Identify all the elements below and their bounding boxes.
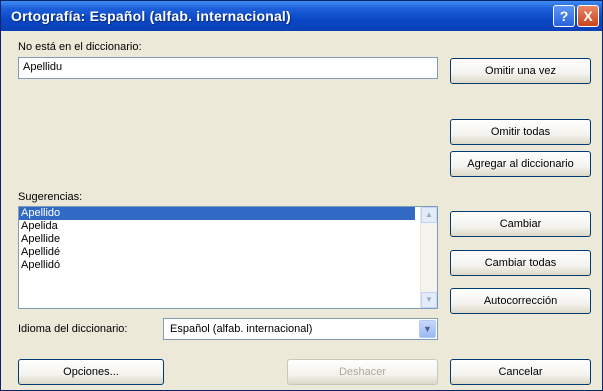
dict-language-value: Español (alfab. internacional) — [170, 323, 313, 335]
chevron-down-icon[interactable]: ▼ — [419, 320, 436, 338]
change-button[interactable]: Cambiar — [450, 211, 591, 237]
ignore-all-button[interactable]: Omitir todas — [450, 119, 591, 145]
suggestion-item[interactable]: Apellidé — [19, 246, 437, 259]
options-button[interactable]: Opciones... — [18, 359, 164, 385]
dict-language-select[interactable]: Español (alfab. internacional) ▼ — [163, 318, 438, 340]
suggestions-scrollbar[interactable]: ▲ ▼ — [420, 207, 437, 308]
undo-button[interactable]: Deshacer — [287, 359, 438, 385]
not-in-dict-label: No está en el diccionario: — [18, 41, 142, 53]
spelling-dialog: Ortografía: Español (alfab. internaciona… — [0, 0, 603, 391]
misspelled-word: Apellidu — [23, 61, 63, 73]
change-all-button[interactable]: Cambiar todas — [450, 250, 591, 276]
scroll-down-icon[interactable]: ▼ — [421, 292, 437, 308]
suggestions-list[interactable]: Apellido Apelida Apellide Apellidé Apell… — [18, 206, 438, 309]
autocorrect-button[interactable]: Autocorrección — [450, 288, 591, 314]
suggestion-item[interactable]: Apellide — [19, 233, 437, 246]
suggestion-item[interactable]: Apellido — [19, 207, 415, 220]
dict-language-label: Idioma del diccionario: — [18, 323, 128, 335]
suggestion-item[interactable]: Apellidó — [19, 259, 437, 272]
close-icon: X — [583, 8, 593, 24]
help-button[interactable]: ? — [553, 5, 575, 27]
cancel-button[interactable]: Cancelar — [450, 359, 591, 385]
close-button[interactable]: X — [577, 5, 599, 27]
help-icon: ? — [559, 8, 569, 24]
suggestion-item[interactable]: Apelida — [19, 220, 437, 233]
scroll-up-icon[interactable]: ▲ — [421, 207, 437, 223]
ignore-once-button[interactable]: Omitir una vez — [450, 58, 591, 84]
dialog-title: Ortografía: Español (alfab. internaciona… — [11, 8, 291, 24]
add-to-dictionary-button[interactable]: Agregar al diccionario — [450, 151, 591, 177]
suggestions-label: Sugerencias: — [18, 191, 83, 203]
title-bar[interactable]: Ortografía: Español (alfab. internaciona… — [1, 1, 602, 31]
not-in-dict-field[interactable]: Apellidu — [18, 57, 438, 79]
